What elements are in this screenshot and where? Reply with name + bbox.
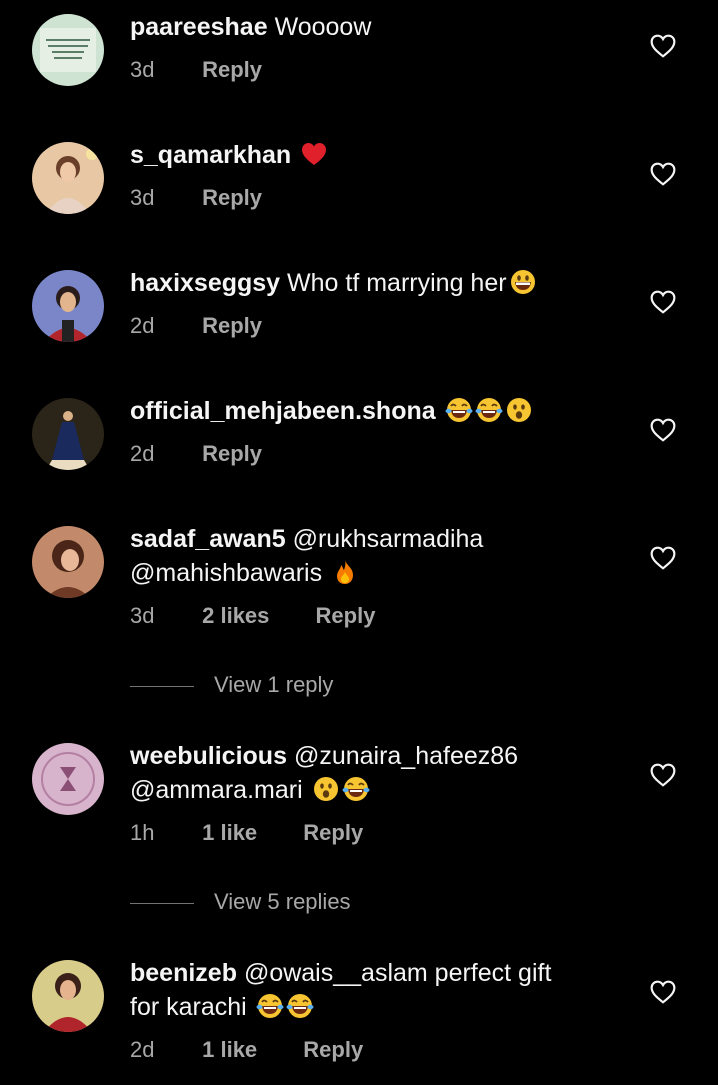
likes-count[interactable]: 1 like [202, 1037, 257, 1063]
comment-time: 2d [130, 313, 155, 338]
tears-of-joy-emoji [475, 396, 503, 424]
astonished-face-emoji [505, 396, 533, 424]
avatar[interactable] [32, 526, 104, 598]
comment-text: Who tf marrying her [287, 269, 507, 297]
reply-button[interactable]: Reply [202, 441, 262, 467]
comment-time: 3d [130, 603, 155, 628]
avatar[interactable] [32, 398, 104, 470]
reply-button[interactable]: Reply [202, 313, 262, 339]
tears-of-joy-emoji [286, 992, 314, 1020]
likes-count[interactable]: 1 like [202, 820, 257, 846]
comment-username[interactable]: beenizeb [130, 959, 237, 987]
divider [130, 685, 194, 687]
comment-username[interactable]: sadaf_awan5 [130, 525, 286, 553]
comment-username[interactable]: s_qamarkhan [130, 141, 291, 169]
avatar[interactable] [32, 960, 104, 1032]
comment-username[interactable]: haxixseggsy [130, 269, 280, 297]
comment-username[interactable]: weebulicious [130, 742, 287, 770]
comment-time: 1h [130, 820, 155, 845]
likes-count[interactable]: 2 likes [202, 603, 269, 629]
reply-button[interactable]: Reply [202, 185, 262, 211]
heart-outline-icon[interactable] [650, 546, 676, 570]
comment-time: 2d [130, 1037, 155, 1062]
comment-text: Woooow [274, 13, 372, 41]
heart-outline-icon[interactable] [650, 418, 676, 442]
comment-time: 3d [130, 185, 155, 210]
reply-button[interactable]: Reply [303, 820, 363, 846]
reply-button[interactable]: Reply [202, 57, 262, 83]
astonished-face-emoji [312, 775, 340, 803]
comment-time: 2d [130, 441, 155, 466]
comment-text: @owais__aslam perfect gift [243, 959, 552, 987]
reply-button[interactable]: Reply [303, 1037, 363, 1063]
comment-text: @ammara.mari [130, 776, 303, 804]
tears-of-joy-emoji [342, 775, 370, 803]
view-replies-button[interactable]: View 1 reply [130, 672, 333, 698]
comment-text: @zunaira_hafeez86 [293, 742, 519, 770]
reply-button[interactable]: Reply [316, 603, 376, 629]
avatar[interactable] [32, 142, 104, 214]
comment-text: for karachi [130, 993, 247, 1021]
tears-of-joy-emoji [256, 992, 284, 1020]
comment-time: 3d [130, 57, 155, 82]
comment-text: @rukhsarmadiha [292, 525, 484, 553]
heart-outline-icon[interactable] [650, 290, 676, 314]
comment-username[interactable]: paareeshae [130, 13, 268, 41]
heart-outline-icon[interactable] [650, 34, 676, 58]
view-replies-label: View 5 replies [214, 889, 351, 914]
heart-outline-icon[interactable] [650, 763, 676, 787]
tears-of-joy-emoji [445, 396, 473, 424]
heart-outline-icon[interactable] [650, 980, 676, 1004]
grinning-face-emoji [509, 268, 537, 296]
divider [130, 902, 194, 904]
view-replies-button[interactable]: View 5 replies [130, 889, 351, 915]
fire-emoji [331, 558, 359, 586]
heart-outline-icon[interactable] [650, 162, 676, 186]
avatar[interactable] [32, 743, 104, 815]
view-replies-label: View 1 reply [214, 672, 334, 697]
avatar[interactable] [32, 270, 104, 342]
comment-text: @mahishbawaris [130, 559, 323, 587]
red-heart-emoji [300, 140, 328, 168]
comment-username[interactable]: official_mehjabeen.shona [130, 397, 436, 425]
avatar[interactable] [32, 14, 104, 86]
